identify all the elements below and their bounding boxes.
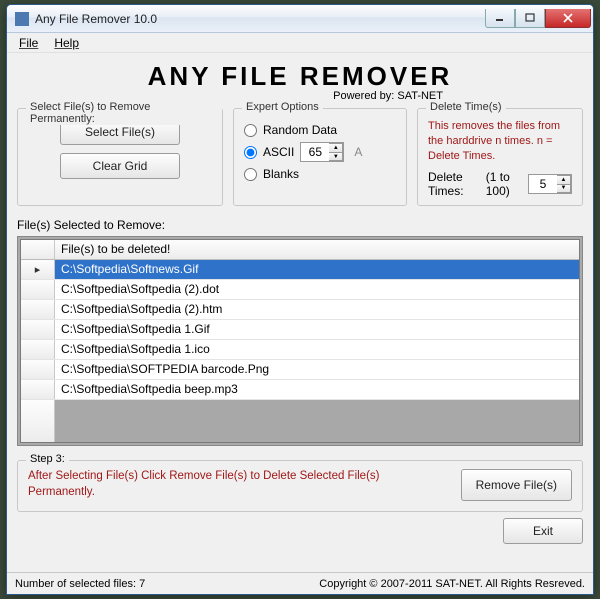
menubar: File Help (7, 33, 593, 53)
ascii-spinner: ▲ ▼ (300, 142, 344, 162)
status-file-count: Number of selected files: 7 (15, 578, 145, 590)
file-grid[interactable]: File(s) to be deleted! ▸C:\Softpedia\Sof… (20, 239, 580, 443)
table-row[interactable]: C:\Softpedia\Softpedia (2).dot (21, 280, 579, 300)
delete-times-range: (1 to 100) (486, 170, 522, 198)
grid-header-rowsel (21, 240, 55, 259)
row-indicator (21, 280, 55, 299)
app-window: Any File Remover 10.0 File Help ANY FILE… (6, 4, 594, 595)
select-files-legend: Select File(s) to Remove Permanently: (26, 101, 222, 125)
titlebar[interactable]: Any File Remover 10.0 (7, 5, 593, 33)
expert-options-group: Expert Options Random Data ASCII ▲ ▼ (233, 108, 407, 206)
delete-description: This removes the files from the harddriv… (428, 119, 572, 164)
ascii-suffix: A (354, 145, 362, 159)
radio-ascii[interactable] (244, 146, 257, 159)
step3-message: After Selecting File(s) Click Remove Fil… (28, 469, 449, 500)
label-ascii: ASCII (263, 145, 294, 159)
delete-times-input[interactable] (529, 177, 557, 191)
statusbar: Number of selected files: 7 Copyright © … (7, 572, 593, 594)
delete-times-spin-down[interactable]: ▼ (557, 184, 571, 193)
file-path: C:\Softpedia\Softpedia 1.Gif (55, 320, 579, 339)
file-path: C:\Softpedia\Softpedia (2).htm (55, 300, 579, 319)
delete-times-spinner: ▲ ▼ (528, 174, 572, 194)
client-area: ANY FILE REMOVER Powered by: SAT-NET Sel… (7, 53, 593, 548)
status-copyright: Copyright © 2007-2011 SAT-NET. All Right… (319, 578, 585, 590)
menu-file[interactable]: File (13, 34, 44, 52)
ascii-spin-down[interactable]: ▼ (329, 152, 343, 161)
clear-grid-button[interactable]: Clear Grid (60, 153, 180, 179)
close-button[interactable] (545, 9, 591, 28)
table-row[interactable]: C:\Softpedia\Softpedia 1.Gif (21, 320, 579, 340)
window-title: Any File Remover 10.0 (35, 12, 485, 26)
row-indicator: ▸ (21, 260, 55, 279)
row-indicator (21, 360, 55, 379)
delete-times-spin-up[interactable]: ▲ (557, 175, 571, 184)
file-path: C:\Softpedia\Softnews.Gif (55, 260, 579, 279)
window-buttons (485, 9, 591, 28)
grid-body: ▸C:\Softpedia\Softnews.GifC:\Softpedia\S… (21, 260, 579, 442)
row-indicator (21, 340, 55, 359)
label-random-data: Random Data (263, 123, 337, 137)
table-row[interactable]: C:\Softpedia\Softpedia beep.mp3 (21, 380, 579, 400)
table-row[interactable]: ▸C:\Softpedia\Softnews.Gif (21, 260, 579, 280)
expert-options-legend: Expert Options (242, 101, 323, 113)
delete-times-label: Delete Times: (428, 170, 480, 198)
grid-label: File(s) Selected to Remove: (17, 218, 583, 232)
row-indicator (21, 300, 55, 319)
grid-header: File(s) to be deleted! (21, 240, 579, 260)
app-title: ANY FILE REMOVER (17, 61, 583, 92)
file-path: C:\Softpedia\SOFTPEDIA barcode.Png (55, 360, 579, 379)
ascii-spin-up[interactable]: ▲ (329, 143, 343, 152)
table-row[interactable]: C:\Softpedia\Softpedia (2).htm (21, 300, 579, 320)
menu-help[interactable]: Help (48, 34, 85, 52)
step3-group: Step 3: After Selecting File(s) Click Re… (17, 460, 583, 512)
label-blanks: Blanks (263, 167, 299, 181)
grid-container: File(s) to be deleted! ▸C:\Softpedia\Sof… (17, 236, 583, 446)
row-indicator (21, 320, 55, 339)
delete-times-legend: Delete Time(s) (426, 101, 506, 113)
step3-legend: Step 3: (26, 453, 69, 465)
radio-blanks[interactable] (244, 168, 257, 181)
minimize-button[interactable] (485, 9, 515, 28)
exit-button[interactable]: Exit (503, 518, 583, 544)
select-files-group: Select File(s) to Remove Permanently: Se… (17, 108, 223, 206)
ascii-value-input[interactable] (301, 145, 329, 159)
radio-random-data[interactable] (244, 124, 257, 137)
file-path: C:\Softpedia\Softpedia 1.ico (55, 340, 579, 359)
grid-header-col: File(s) to be deleted! (55, 240, 579, 259)
table-row[interactable]: C:\Softpedia\Softpedia 1.ico (21, 340, 579, 360)
file-path: C:\Softpedia\Softpedia beep.mp3 (55, 380, 579, 399)
remove-files-button[interactable]: Remove File(s) (461, 469, 572, 501)
app-icon (15, 12, 29, 26)
file-path: C:\Softpedia\Softpedia (2).dot (55, 280, 579, 299)
table-row[interactable]: C:\Softpedia\SOFTPEDIA barcode.Png (21, 360, 579, 380)
maximize-button[interactable] (515, 9, 545, 28)
row-indicator (21, 380, 55, 399)
delete-times-group: Delete Time(s) This removes the files fr… (417, 108, 583, 206)
